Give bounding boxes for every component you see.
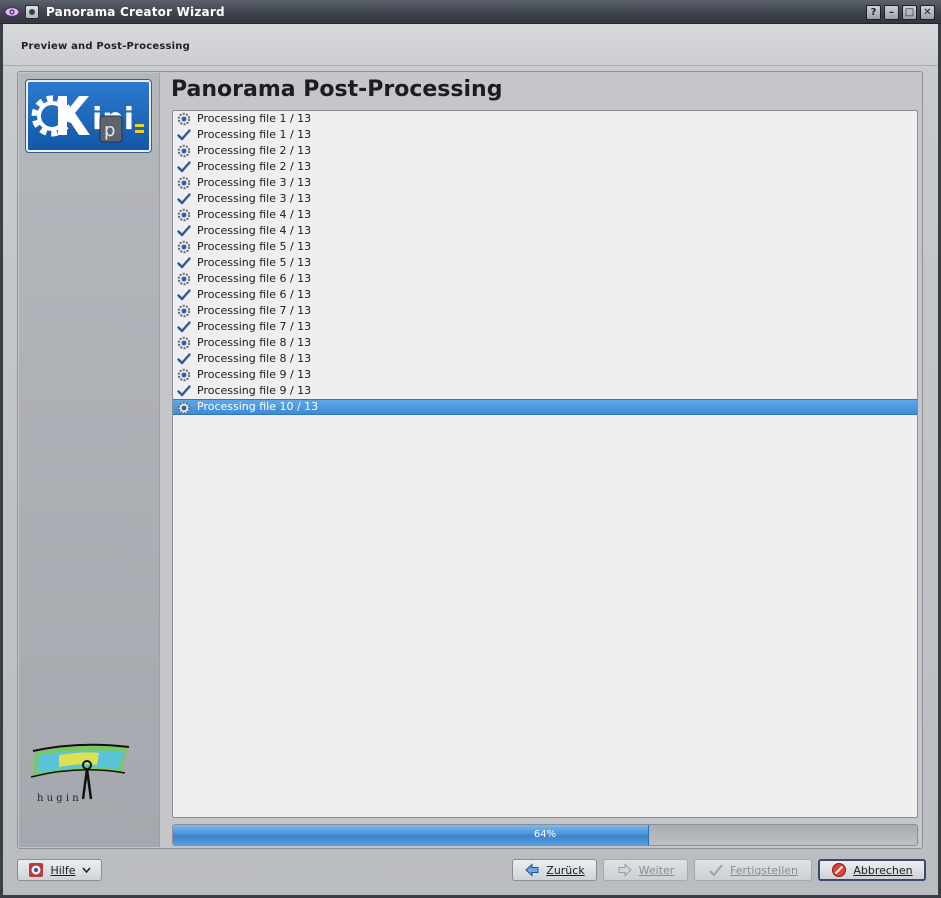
hugin-logo: h u g i n	[29, 743, 134, 813]
list-item[interactable]: Processing file 10 / 13	[173, 399, 917, 415]
check-icon	[177, 353, 191, 365]
check-icon	[177, 385, 191, 397]
arrow-left-icon	[525, 863, 539, 877]
list-item[interactable]: Processing file 5 / 13	[173, 239, 917, 255]
help-button-label: Hilfe	[50, 863, 76, 877]
gear-icon	[177, 304, 191, 318]
gear-icon	[177, 112, 191, 126]
eye-icon[interactable]	[4, 4, 20, 20]
kipi-logo-graphic: ipi p	[31, 95, 144, 143]
list-item[interactable]: Processing file 5 / 13	[173, 255, 917, 271]
page-heading: Preview and Post-Processing	[21, 41, 190, 52]
window-titlebar[interactable]: Panorama Creator Wizard ? – □ ✕	[0, 0, 941, 24]
list-item[interactable]: Processing file 8 / 13	[173, 335, 917, 351]
svg-text:p: p	[104, 120, 115, 141]
list-item[interactable]: Processing file 2 / 13	[173, 143, 917, 159]
check-icon	[177, 161, 191, 173]
header-divider	[3, 65, 938, 66]
list-item[interactable]: Processing file 4 / 13	[173, 223, 917, 239]
gear-icon	[177, 336, 191, 350]
check-icon	[177, 225, 191, 237]
list-item-label: Processing file 4 / 13	[197, 224, 312, 237]
list-item-label: Processing file 6 / 13	[197, 288, 312, 301]
list-item[interactable]: Processing file 1 / 13	[173, 127, 917, 143]
help-window-button[interactable]: ?	[866, 5, 881, 20]
processing-log-list[interactable]: Processing file 1 / 13 Processing file 1 …	[172, 110, 918, 818]
list-item-label: Processing file 3 / 13	[197, 176, 312, 189]
list-item[interactable]: Processing file 6 / 13	[173, 287, 917, 303]
list-item-label: Processing file 6 / 13	[197, 272, 312, 285]
list-item[interactable]: Processing file 9 / 13	[173, 367, 917, 383]
list-item-label: Processing file 2 / 13	[197, 160, 312, 173]
check-icon	[177, 289, 191, 301]
check-icon	[177, 257, 191, 269]
cancel-button[interactable]: Abbrechen	[818, 859, 926, 881]
minimize-button[interactable]: –	[884, 5, 899, 20]
help-lifebuoy-icon	[29, 863, 44, 877]
list-item-label: Processing file 7 / 13	[197, 304, 312, 317]
gear-icon	[177, 208, 191, 222]
gear-icon	[177, 176, 191, 190]
list-item-label: Processing file 1 / 13	[197, 128, 312, 141]
check-icon	[177, 321, 191, 333]
wizard-page-frame: ipi p h u g i n	[17, 71, 923, 849]
list-item-label: Processing file 8 / 13	[197, 352, 312, 365]
wizard-sidebar: ipi p h u g i n	[19, 73, 160, 847]
gear-icon	[177, 240, 191, 254]
list-item-label: Processing file 4 / 13	[197, 208, 312, 221]
window-title: Panorama Creator Wizard	[46, 5, 225, 19]
hugin-logo-graphic: h u g i n	[30, 743, 130, 804]
cancel-icon	[832, 863, 847, 877]
list-item-label: Processing file 10 / 13	[197, 400, 319, 413]
list-item-label: Processing file 5 / 13	[197, 240, 312, 253]
check-icon	[177, 193, 191, 205]
check-icon	[709, 864, 723, 877]
list-item[interactable]: Processing file 7 / 13	[173, 303, 917, 319]
list-item-label: Processing file 2 / 13	[197, 144, 312, 157]
list-item-label: Processing file 1 / 13	[197, 112, 312, 125]
help-button[interactable]: Hilfe	[17, 859, 102, 881]
gear-icon	[177, 401, 191, 415]
maximize-button[interactable]: □	[902, 5, 917, 20]
check-icon	[177, 129, 191, 141]
gear-icon	[177, 368, 191, 382]
chevron-down-icon	[81, 867, 91, 873]
finish-button[interactable]: Fertigstellen	[694, 859, 812, 881]
cancel-button-label: Abbrechen	[853, 863, 913, 877]
list-item-label: Processing file 8 / 13	[197, 336, 312, 349]
close-button[interactable]: ✕	[920, 5, 935, 20]
list-item-label: Processing file 7 / 13	[197, 320, 312, 333]
back-button[interactable]: Zurück	[512, 859, 597, 881]
gear-icon	[177, 144, 191, 158]
list-item-label: Processing file 9 / 13	[197, 384, 312, 397]
window-menu-icon[interactable]	[25, 5, 39, 19]
hugin-logo-text: h u g i n	[37, 793, 79, 804]
list-item[interactable]: Processing file 3 / 13	[173, 191, 917, 207]
arrow-right-icon	[618, 863, 632, 877]
list-item[interactable]: Processing file 3 / 13	[173, 175, 917, 191]
progress-bar: 64%	[172, 824, 918, 846]
list-item[interactable]: Processing file 8 / 13	[173, 351, 917, 367]
list-item[interactable]: Processing file 9 / 13	[173, 383, 917, 399]
list-item[interactable]: Processing file 2 / 13	[173, 159, 917, 175]
finish-button-label: Fertigstellen	[729, 863, 799, 877]
kipi-logo: ipi p	[25, 79, 152, 153]
content-title: Panorama Post-Processing	[171, 77, 503, 102]
list-item[interactable]: Processing file 4 / 13	[173, 207, 917, 223]
list-item[interactable]: Processing file 1 / 13	[173, 111, 917, 127]
list-item-label: Processing file 5 / 13	[197, 256, 312, 269]
list-item[interactable]: Processing file 7 / 13	[173, 319, 917, 335]
gear-icon	[177, 272, 191, 286]
list-item-label: Processing file 9 / 13	[197, 368, 312, 381]
next-button[interactable]: Weiter	[603, 859, 688, 881]
progress-label: 64%	[533, 829, 557, 840]
list-item[interactable]: Processing file 6 / 13	[173, 271, 917, 287]
back-button-label: Zurück	[546, 863, 585, 877]
list-item-label: Processing file 3 / 13	[197, 192, 312, 205]
next-button-label: Weiter	[638, 863, 675, 877]
wizard-body: Preview and Post-Processing ipi p	[3, 24, 938, 895]
